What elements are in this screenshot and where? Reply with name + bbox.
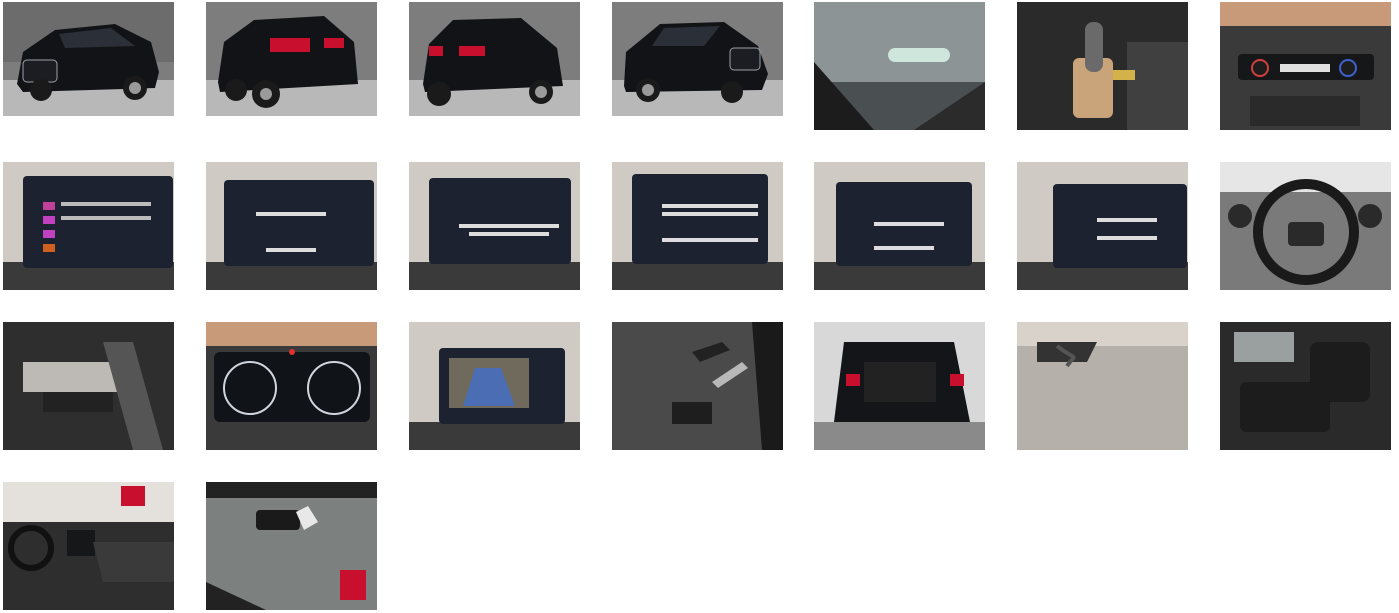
thumbnail-rear-seats[interactable] bbox=[1220, 322, 1391, 450]
thumbnail-steering-wheel[interactable] bbox=[1220, 162, 1391, 290]
thumbnail-climate-control[interactable] bbox=[1220, 2, 1391, 130]
car-rear-right-photo bbox=[409, 2, 580, 116]
thumbnail-instrument-cluster[interactable] bbox=[206, 322, 377, 450]
thumbnail-car-front-left[interactable] bbox=[3, 2, 174, 116]
thumbnail-navigation-screen[interactable] bbox=[409, 162, 580, 290]
thumbnail-radio-screen[interactable] bbox=[3, 162, 174, 290]
car-front-left-photo bbox=[3, 2, 174, 116]
reverse-camera-photo bbox=[409, 322, 580, 450]
photo-gallery bbox=[0, 0, 1399, 613]
thumbnail-service-screen[interactable] bbox=[1017, 162, 1188, 290]
door-panel-photo bbox=[612, 322, 783, 450]
service-screen-photo bbox=[1017, 162, 1188, 290]
rear-seats-photo bbox=[1220, 322, 1391, 450]
radio-screen-photo bbox=[3, 162, 174, 290]
car-rear-left-photo bbox=[206, 2, 377, 116]
thumbnail-car-rear-right[interactable] bbox=[409, 2, 580, 116]
thumbnail-stalk-controls[interactable] bbox=[3, 322, 174, 450]
phone-connect-screen-photo bbox=[206, 162, 377, 290]
climate-control-photo bbox=[1220, 2, 1391, 130]
stalk-controls-photo bbox=[3, 322, 174, 450]
thumbnail-tow-bar[interactable] bbox=[1017, 322, 1188, 450]
windshield-mirror-photo bbox=[206, 482, 377, 610]
gear-shifter-photo bbox=[1017, 2, 1188, 130]
thumbnail-windshield-mirror[interactable] bbox=[206, 482, 377, 610]
thumbnail-phone-connect-screen[interactable] bbox=[206, 162, 377, 290]
steering-wheel-photo bbox=[1220, 162, 1391, 290]
tow-bar-photo bbox=[1017, 322, 1188, 450]
thumbnail-car-front-right[interactable] bbox=[612, 2, 783, 116]
open-trunk-photo bbox=[814, 322, 985, 450]
thumbnail-bluetooth-screen[interactable] bbox=[612, 162, 783, 290]
thumbnail-car-rear-left[interactable] bbox=[206, 2, 377, 116]
thumbnail-open-trunk[interactable] bbox=[814, 322, 985, 450]
dashboard-passenger-photo bbox=[3, 482, 174, 610]
thumbnail-door-panel[interactable] bbox=[612, 322, 783, 450]
settings-screen-photo bbox=[814, 162, 985, 290]
thumbnail-settings-screen[interactable] bbox=[814, 162, 985, 290]
thumbnail-windshield-sticker[interactable] bbox=[814, 2, 985, 130]
thumbnail-dashboard-passenger[interactable] bbox=[3, 482, 174, 610]
navigation-screen-photo bbox=[409, 162, 580, 290]
thumbnail-reverse-camera[interactable] bbox=[409, 322, 580, 450]
car-front-right-photo bbox=[612, 2, 783, 116]
instrument-cluster-photo bbox=[206, 322, 377, 450]
bluetooth-screen-photo bbox=[612, 162, 783, 290]
windshield-sticker-photo bbox=[814, 2, 985, 130]
thumbnail-gear-shifter[interactable] bbox=[1017, 2, 1188, 130]
